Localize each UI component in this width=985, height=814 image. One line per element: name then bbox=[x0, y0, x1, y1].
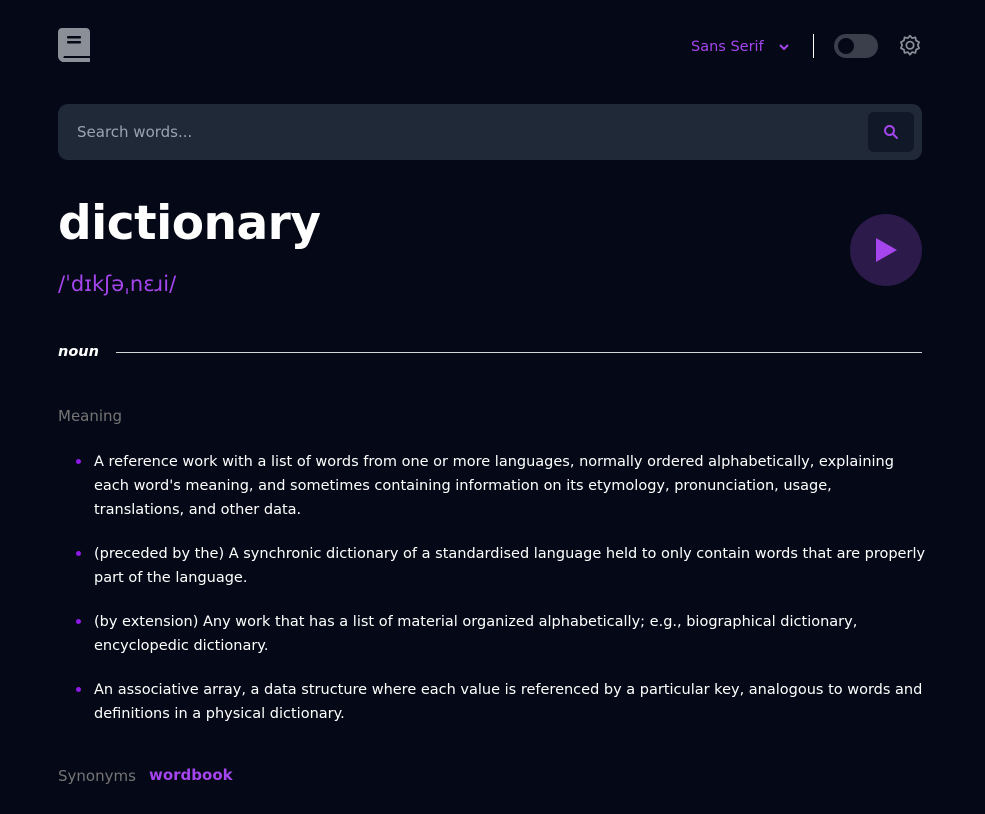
bullet bbox=[76, 551, 81, 556]
meaning-label: Meaning bbox=[58, 407, 123, 425]
search-input[interactable] bbox=[58, 104, 858, 160]
theme-toggle[interactable] bbox=[834, 34, 878, 58]
synonyms-label: Synonyms bbox=[58, 767, 136, 785]
definition-item: An associative array, a data structure w… bbox=[76, 678, 926, 726]
word-title: dictionary bbox=[58, 196, 321, 251]
header-divider bbox=[813, 34, 814, 58]
gear-icon[interactable] bbox=[897, 33, 923, 59]
chevron-down-icon bbox=[778, 44, 789, 51]
search-button[interactable] bbox=[868, 112, 914, 152]
font-select-value: Sans Serif bbox=[691, 39, 764, 55]
bullet bbox=[76, 459, 81, 464]
bullet bbox=[76, 619, 81, 624]
book-icon[interactable] bbox=[58, 28, 90, 64]
play-icon bbox=[876, 238, 897, 262]
play-audio-button[interactable] bbox=[850, 214, 922, 286]
definition-text: (preceded by the) A synchronic dictionar… bbox=[94, 546, 926, 586]
search-icon bbox=[884, 125, 898, 139]
definition-item: A reference work with a list of words fr… bbox=[76, 450, 926, 522]
part-of-speech: noun bbox=[58, 344, 99, 360]
definition-list: A reference work with a list of words fr… bbox=[76, 450, 926, 746]
definition-text: An associative array, a data structure w… bbox=[94, 682, 923, 722]
part-of-speech-divider bbox=[116, 352, 922, 353]
definition-text: (by extension) Any work that has a list … bbox=[94, 614, 858, 654]
definition-item: (by extension) Any work that has a list … bbox=[76, 610, 926, 658]
phonetic-text: /ˈdɪkʃəˌnɛɹi/ bbox=[58, 272, 177, 296]
search-bar bbox=[58, 104, 922, 160]
toggle-knob bbox=[838, 38, 854, 54]
synonym-link[interactable]: wordbook bbox=[149, 766, 233, 784]
definition-item: (preceded by the) A synchronic dictionar… bbox=[76, 542, 926, 590]
font-family-select[interactable]: Sans Serif bbox=[691, 37, 790, 57]
bullet bbox=[76, 687, 81, 692]
dictionary-app: Sans Serif dictionary /ˈdɪkʃəˌnɛɹi/ no bbox=[0, 0, 985, 814]
definition-text: A reference work with a list of words fr… bbox=[94, 454, 894, 518]
